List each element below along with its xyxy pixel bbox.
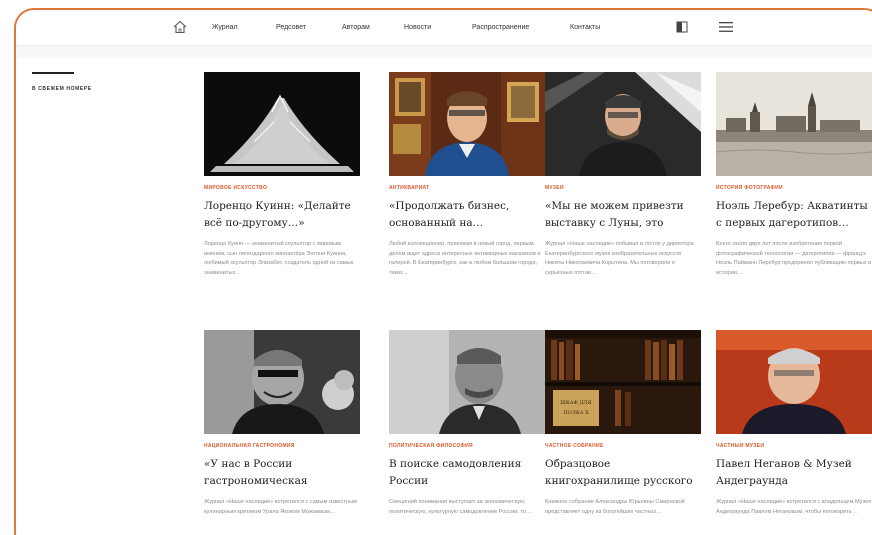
article-title[interactable]: «Мы не можем привезти выставку с Луны, э… — [545, 198, 701, 234]
nav-item-editorial-board[interactable]: Редсовет — [276, 24, 306, 31]
nav-item-authors[interactable]: Авторам — [342, 24, 370, 31]
menu-icon[interactable] — [719, 21, 733, 33]
article-category[interactable]: Национальная гастрономия — [204, 443, 360, 449]
article-title[interactable]: В поиске самодовления России — [389, 456, 545, 492]
nav-item-journal[interactable]: Журнал — [212, 24, 238, 31]
article-excerpt: Лоренцо Куинн — знаменитый скульптор с м… — [204, 241, 354, 276]
article-card[interactable]: Политическая философия В поиске самодовл… — [389, 330, 545, 535]
article-image-sculpture-hands[interactable] — [204, 72, 360, 176]
article-image-portrait-chef[interactable] — [204, 330, 360, 434]
article-category[interactable]: Мировое искусство — [204, 185, 360, 191]
article-card[interactable]: Мировое искусство Лоренцо Куинн: «Делайт… — [204, 72, 360, 288]
sub-bar — [16, 46, 872, 58]
article-card[interactable]: Частный музей Павел Неганов & Музей Анде… — [716, 330, 872, 535]
article-image-portrait-man-glasses[interactable] — [545, 72, 701, 176]
nav-item-contacts[interactable]: Контакты — [570, 24, 600, 31]
bookshelf-plaque-line2: ПОЛКА Х — [563, 410, 589, 416]
article-card[interactable]: ШКАФ ДЛЯ ПОЛКА Х Частное собрание Образц… — [545, 330, 701, 535]
article-card[interactable]: Антиквариат «Продолжать бизнес, основанн… — [389, 72, 545, 288]
article-image-portrait-philosopher[interactable] — [389, 330, 545, 434]
article-image-portrait-gallery[interactable] — [389, 72, 545, 176]
article-title[interactable]: Павел Неганов & Музей Андеграунда — [716, 456, 872, 492]
article-category[interactable]: Политическая философия — [389, 443, 545, 449]
article-category[interactable]: Музей — [545, 185, 701, 191]
article-title[interactable]: «У нас в России гастрономическая традици… — [204, 456, 360, 492]
bookshelf-plaque-line1: ШКАФ ДЛЯ — [560, 400, 591, 406]
article-image-bookshelf[interactable]: ШКАФ ДЛЯ ПОЛКА Х — [545, 330, 701, 434]
nav-item-news[interactable]: Новости — [404, 24, 431, 31]
article-category[interactable]: История фотографии — [716, 185, 872, 191]
article-card[interactable]: Национальная гастрономия «У нас в России… — [204, 330, 360, 535]
article-title[interactable]: «Продолжать бизнес, основанный на… — [389, 198, 545, 234]
article-excerpt: Журнал «Наше наследие» побывал в гостях … — [545, 241, 694, 276]
article-category[interactable]: Частное собрание — [545, 443, 701, 449]
article-excerpt: Книжное собрание Александры Юрьевны Смир… — [545, 499, 685, 515]
article-excerpt: Любой коллекционер, приезжая в новый гор… — [389, 241, 541, 276]
article-excerpt: Смешений понимания выступает за экономич… — [389, 499, 532, 515]
sidebar-section-label: В СВЕЖЕМ НОМЕРЕ — [32, 86, 92, 92]
article-category[interactable]: Частный музей — [716, 443, 872, 449]
article-card[interactable]: Музей «Мы не можем привезти выставку с Л… — [545, 72, 701, 288]
home-icon[interactable] — [172, 19, 188, 35]
article-image-daguerreotype-city[interactable] — [716, 72, 872, 176]
article-card[interactable]: История фотографии Ноэль Леребур: Аквати… — [716, 72, 872, 288]
article-category[interactable]: Антиквариат — [389, 185, 545, 191]
article-excerpt: Журнал «Наше наследие» встретился с самы… — [204, 499, 357, 515]
book-icon[interactable] — [676, 21, 688, 33]
browser-frame: Журнал Редсовет Авторам Новости Распрост… — [14, 8, 872, 535]
article-title[interactable]: Образцовое книгохранилище русского библи… — [545, 456, 701, 492]
article-excerpt: Всего около двух лет после изобретения п… — [716, 241, 872, 276]
article-title[interactable]: Лоренцо Куинн: «Делайте всё по-другому…» — [204, 198, 360, 234]
article-title[interactable]: Ноэль Леребур: Акватинты с первых дагеро… — [716, 198, 872, 234]
sidebar-divider — [32, 72, 74, 74]
article-excerpt: Журнал «Наше наследие» встретился с влад… — [716, 499, 872, 515]
article-image-portrait-museum-owner[interactable] — [716, 330, 872, 434]
nav-item-distribution[interactable]: Распространение — [472, 24, 529, 31]
top-navigation-bar: Журнал Редсовет Авторам Новости Распрост… — [16, 10, 872, 46]
